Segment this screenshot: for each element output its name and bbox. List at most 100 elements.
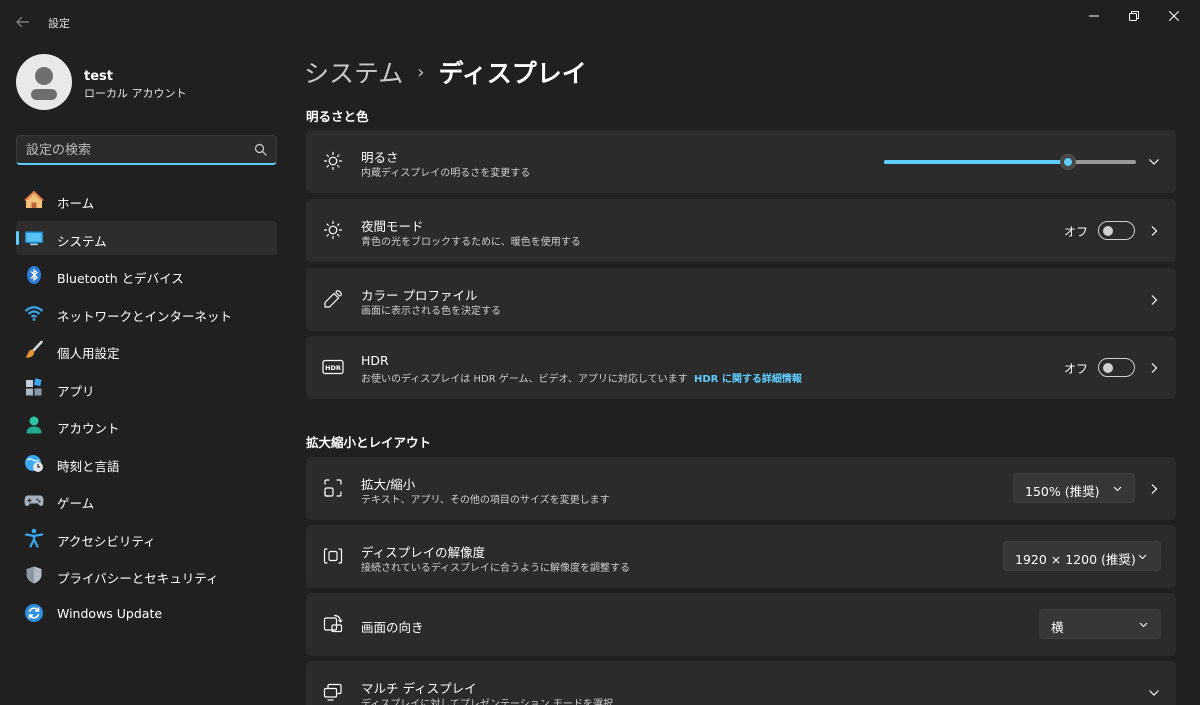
toggle-knob [1103, 226, 1113, 236]
wifi-icon [24, 303, 44, 323]
sidebar-item-label: Windows Update [57, 605, 163, 621]
resolution-dropdown-value: 1920 × 1200 (推奨) [1015, 552, 1136, 567]
sidebar-item-network[interactable]: ネットワークとインターネット [16, 296, 277, 330]
brightness-slider-thumb[interactable] [1059, 154, 1076, 170]
sidebar-item-accounts[interactable]: アカウント [16, 408, 277, 442]
sidebar-item-privacy[interactable]: プライバシーとセキュリティ [16, 558, 277, 592]
restore-icon [1129, 11, 1139, 21]
sidebar-item-home[interactable]: ホーム [16, 183, 277, 217]
sidebar-item-label: 個人用設定 [57, 346, 120, 361]
sidebar-item-personalization[interactable]: 個人用設定 [16, 333, 277, 367]
update-icon [24, 603, 44, 623]
sidebar-item-gaming[interactable]: ゲーム [16, 483, 277, 517]
orientation-dropdown-value: 横 [1051, 620, 1064, 635]
sun-icon [322, 150, 344, 172]
sidebar-item-label: アクセシビリティ [57, 533, 156, 549]
chevron-right-icon[interactable] [1147, 361, 1161, 375]
close-icon [1169, 11, 1179, 21]
search-box [16, 135, 277, 165]
multi-display-icon [322, 681, 344, 703]
system-icon [24, 228, 44, 248]
section-title-brightness-color: 明るさと色 [306, 109, 369, 124]
apps-icon [24, 377, 44, 398]
orientation-icon [322, 613, 344, 635]
hdr-learn-more-link[interactable]: HDR に関する詳細情報 [694, 374, 802, 385]
chevron-down-icon[interactable] [1147, 155, 1161, 169]
night-light-desc: 青色の光をブロックするために、暖色を使用する [361, 237, 581, 248]
sidebar-item-label: プライバシーとセキュリティ [57, 571, 219, 586]
chevron-right-icon[interactable] [1147, 293, 1161, 307]
night-light-card[interactable]: 夜間モード 青色の光をブロックするために、暖色を使用する オフ [306, 199, 1176, 262]
sidebar-item-bluetooth[interactable]: Bluetooth とデバイス [16, 258, 277, 292]
brightness-slider-fill [884, 160, 1068, 164]
resolution-dropdown[interactable]: 1920 × 1200 (推奨) [1003, 541, 1161, 571]
resolution-desc: 接続されているディスプレイに合うように解像度を調整する [361, 563, 630, 574]
search-input[interactable] [26, 140, 246, 160]
minimize-icon [1089, 15, 1099, 17]
chevron-right-icon[interactable] [1147, 482, 1161, 496]
svg-text:HDR: HDR [325, 364, 341, 372]
resolution-card[interactable]: ディスプレイの解像度 接続されているディスプレイに合うように解像度を調整する 1… [306, 525, 1176, 588]
breadcrumb-separator: › [417, 61, 425, 83]
chevron-down-icon [1113, 486, 1122, 492]
close-button[interactable] [1151, 0, 1197, 32]
gamepad-icon [24, 490, 44, 510]
sidebar-item-label: ホーム [57, 196, 95, 211]
hdr-toggle[interactable] [1098, 358, 1135, 377]
chevron-right-icon[interactable] [1147, 224, 1161, 238]
breadcrumb: システム › ディスプレイ [304, 54, 587, 90]
brightness-slider[interactable] [884, 154, 1136, 170]
orientation-title: 画面の向き [361, 620, 424, 635]
chevron-down-icon[interactable] [1147, 686, 1161, 700]
hdr-desc: お使いのディスプレイは HDR ゲーム、ビデオ、アプリに対応しています HDR … [361, 370, 802, 385]
hdr-toggle-label: オフ [1064, 362, 1089, 376]
multi-display-card[interactable]: マルチ ディスプレイ ディスプレイに対してプレゼンテーション モードを選択 [306, 661, 1176, 705]
section-title-scale-layout: 拡大縮小とレイアウト [306, 435, 432, 450]
brightness-desc: 内蔵ディスプレイの明るさを変更する [361, 168, 531, 179]
night-light-toggle-label: オフ [1064, 225, 1089, 239]
sidebar-item-time-language[interactable]: 時刻と言語 [16, 446, 277, 480]
arrow-left-icon [16, 16, 29, 28]
person-icon [31, 67, 57, 100]
sidebar-item-label: Bluetooth とデバイス [57, 271, 184, 286]
home-icon [24, 190, 44, 210]
toggle-knob [1103, 363, 1113, 373]
chevron-down-icon [1139, 622, 1148, 628]
sidebar-item-accessibility[interactable]: アクセシビリティ [16, 521, 277, 555]
sidebar-item-label: 時刻と言語 [57, 458, 120, 474]
page-title: ディスプレイ [438, 59, 587, 88]
breadcrumb-parent[interactable]: システム [304, 54, 403, 90]
sidebar: test ローカル アカウント ホーム システム Bluetooth とデバイス [0, 44, 290, 705]
account-icon [24, 415, 44, 435]
hdr-title: HDR [361, 353, 389, 368]
shield-icon [24, 565, 44, 585]
scale-dropdown[interactable]: 150% (推奨) [1013, 473, 1135, 503]
back-button[interactable] [10, 10, 36, 34]
user-name: test [84, 69, 113, 84]
sidebar-item-label: アカウント [57, 421, 120, 436]
brush-icon [24, 340, 44, 360]
app-title: 設定 [48, 17, 70, 30]
sidebar-item-windows-update[interactable]: Windows Update [16, 596, 277, 630]
sidebar-item-label: システム [57, 233, 107, 249]
brightness-card[interactable]: 明るさ 内蔵ディスプレイの明るさを変更する [306, 130, 1176, 193]
color-profile-desc: 画面に表示される色を決定する [361, 306, 501, 317]
sidebar-nav: ホーム システム Bluetooth とデバイス ネットワークとインターネット [16, 183, 277, 633]
accessibility-icon [24, 528, 44, 548]
avatar[interactable] [16, 54, 72, 110]
hdr-desc-text: お使いのディスプレイは HDR ゲーム、ビデオ、アプリに対応しています [361, 374, 688, 385]
time-language-icon [24, 453, 44, 473]
sidebar-item-system[interactable]: システム [16, 220, 277, 255]
search-icon[interactable] [254, 143, 268, 157]
hdr-card[interactable]: HDR HDR お使いのディスプレイは HDR ゲーム、ビデオ、アプリに対応して… [306, 336, 1176, 399]
active-indicator [16, 230, 19, 245]
bluetooth-icon [24, 265, 44, 285]
night-light-toggle[interactable] [1098, 221, 1135, 240]
scale-card[interactable]: 拡大/縮小 テキスト、アプリ、その他の項目のサイズを変更します 150% (推奨… [306, 457, 1176, 520]
sidebar-item-apps[interactable]: アプリ [16, 371, 277, 405]
account-type: ローカル アカウント [84, 87, 187, 100]
eyedropper-icon [322, 288, 344, 310]
orientation-dropdown[interactable]: 横 [1039, 609, 1161, 639]
color-profile-card[interactable]: カラー プロファイル 画面に表示される色を決定する [306, 268, 1176, 331]
orientation-card[interactable]: 画面の向き 横 [306, 593, 1176, 656]
